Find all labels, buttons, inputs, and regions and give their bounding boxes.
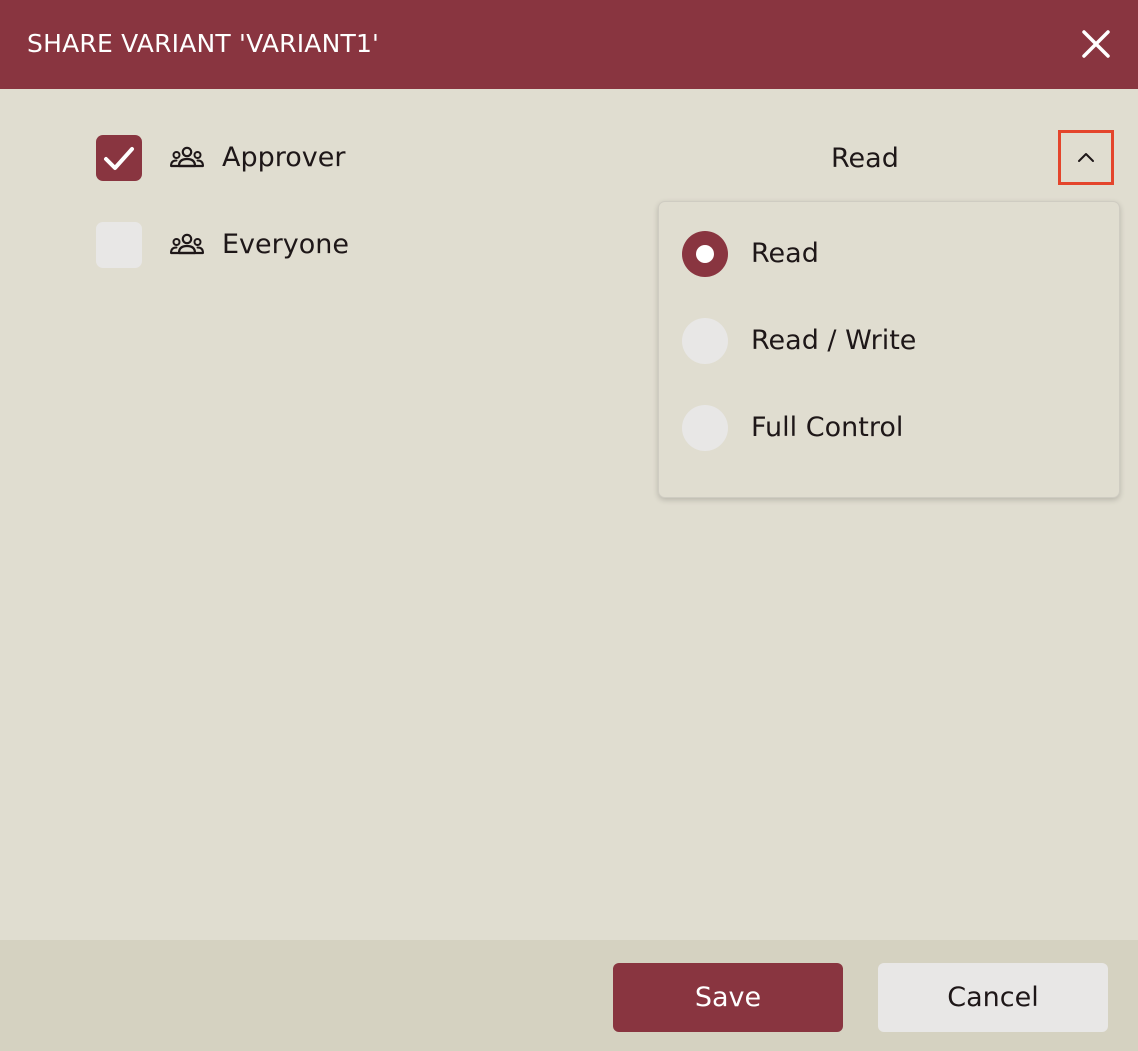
dialog-header: SHARE VARIANT 'VARIANT1': [0, 0, 1138, 89]
group-icon: [170, 146, 204, 168]
option-label: Full Control: [751, 412, 904, 443]
group-icon: [170, 233, 204, 255]
close-icon: [1082, 30, 1110, 58]
permission-option-full-control[interactable]: Full Control: [682, 405, 1102, 451]
share-row-approver: Approver: [96, 135, 696, 181]
close-button[interactable]: [1076, 24, 1116, 64]
everyone-label: Everyone: [222, 229, 349, 260]
chevron-up-icon: [1078, 153, 1094, 162]
cancel-button[interactable]: Cancel: [878, 963, 1108, 1032]
approver-label: Approver: [222, 142, 346, 173]
save-button[interactable]: Save: [613, 963, 843, 1032]
approver-permission-value[interactable]: Read: [831, 140, 899, 178]
approver-checkbox[interactable]: [96, 135, 142, 181]
full-control-radio[interactable]: [682, 405, 728, 451]
option-label: Read: [751, 238, 819, 269]
dialog-title: SHARE VARIANT 'VARIANT1': [27, 29, 380, 58]
share-row-everyone: Everyone: [96, 222, 696, 268]
permission-dropdown-menu: Read Read / Write Full Control: [658, 201, 1120, 498]
option-label: Read / Write: [751, 325, 917, 356]
permission-option-read-write[interactable]: Read / Write: [682, 318, 1102, 364]
read-write-radio[interactable]: [682, 318, 728, 364]
permission-option-read[interactable]: Read: [682, 231, 1102, 277]
share-variant-dialog: SHARE VARIANT 'VARIANT1' Approver Read E…: [0, 0, 1138, 1051]
dialog-footer: Save Cancel: [0, 940, 1138, 1051]
everyone-checkbox[interactable]: [96, 222, 142, 268]
checkmark-icon: [104, 147, 134, 170]
read-radio[interactable]: [682, 231, 728, 277]
permission-dropdown-toggle[interactable]: [1058, 130, 1114, 185]
